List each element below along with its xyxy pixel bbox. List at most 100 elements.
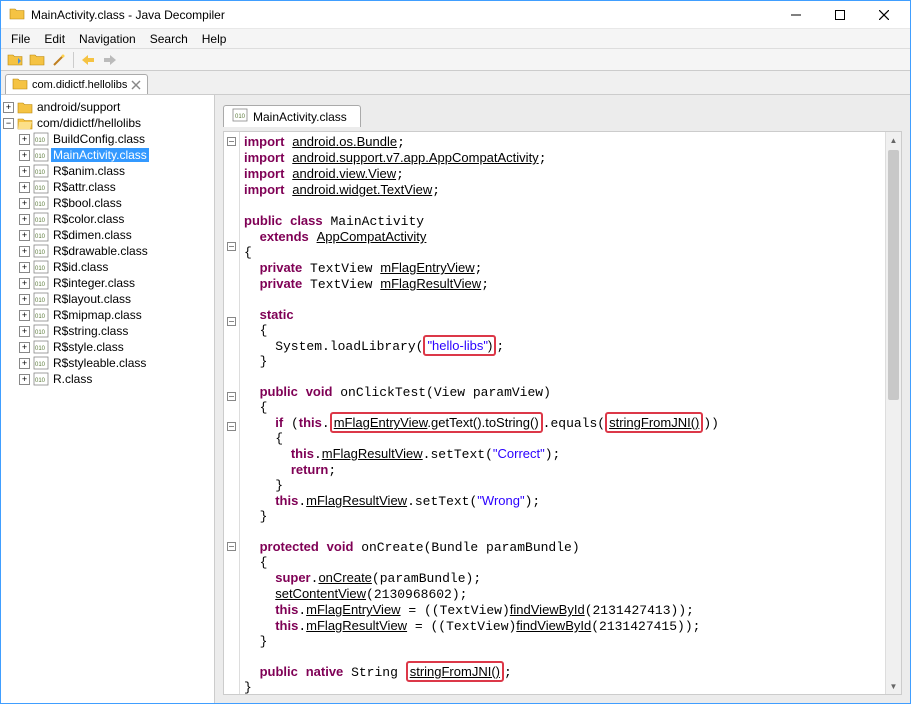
- expand-icon[interactable]: +: [19, 262, 30, 273]
- expand-icon[interactable]: +: [3, 102, 14, 113]
- tree-label: R$bool.class: [51, 196, 124, 210]
- fold-toggle[interactable]: [224, 389, 239, 404]
- editor-tab[interactable]: 010 MainActivity.class: [223, 105, 361, 127]
- expand-icon[interactable]: +: [19, 342, 30, 353]
- tab-close-icon[interactable]: [131, 80, 141, 90]
- tree-class-item[interactable]: +010 R$dimen.class: [1, 227, 214, 243]
- tree-class-item[interactable]: +010 R$string.class: [1, 323, 214, 339]
- tree-label: R.class: [51, 372, 94, 386]
- vertical-scrollbar[interactable]: ▲ ▼: [885, 132, 901, 694]
- class-file-icon: 010: [33, 164, 49, 178]
- back-button[interactable]: [78, 51, 98, 69]
- tree-class-item[interactable]: +010R$drawable.class: [1, 243, 214, 259]
- minimize-button[interactable]: [774, 2, 818, 28]
- menu-file[interactable]: File: [5, 30, 36, 48]
- expand-icon[interactable]: +: [19, 166, 30, 177]
- tree-class-item[interactable]: +010MainActivity.class: [1, 147, 214, 163]
- expand-icon[interactable]: +: [19, 246, 30, 257]
- svg-text:010: 010: [35, 314, 46, 320]
- tree-label: R$color.class: [51, 212, 126, 226]
- package-tab[interactable]: com.didictf.hellolibs: [5, 74, 148, 94]
- fold-toggle[interactable]: [224, 539, 239, 554]
- fold-toggle[interactable]: [224, 419, 239, 434]
- tree-label: BuildConfig.class: [51, 132, 147, 146]
- window-controls: [774, 2, 906, 28]
- fold-toggle: [224, 449, 239, 464]
- expand-icon[interactable]: +: [19, 358, 30, 369]
- editor-tab-label: MainActivity.class: [253, 110, 347, 124]
- expand-icon[interactable]: +: [19, 150, 30, 161]
- fold-toggle[interactable]: [224, 314, 239, 329]
- fold-toggle[interactable]: [224, 134, 239, 149]
- expand-icon[interactable]: +: [19, 198, 30, 209]
- close-button[interactable]: [862, 2, 906, 28]
- expand-icon[interactable]: +: [19, 374, 30, 385]
- tree-class-item[interactable]: +010R$mipmap.class: [1, 307, 214, 323]
- tree-label: R$string.class: [51, 324, 130, 338]
- svg-text:010: 010: [35, 330, 46, 336]
- forward-button[interactable]: [100, 51, 120, 69]
- tree-class-item[interactable]: +010R$bool.class: [1, 195, 214, 211]
- class-file-icon: 010: [33, 132, 49, 146]
- wand-icon[interactable]: [49, 51, 69, 69]
- tree-label: R$integer.class: [51, 276, 137, 290]
- tree-class-item[interactable]: +010 R$anim.class: [1, 163, 214, 179]
- menu-help[interactable]: Help: [196, 30, 233, 48]
- tree-label: R$anim.class: [51, 164, 127, 178]
- code-area[interactable]: import android.os.Bundle; import android…: [240, 132, 885, 694]
- editor-area: 010 MainActivity.class import android.os…: [215, 95, 910, 703]
- expand-icon[interactable]: +: [19, 326, 30, 337]
- menu-search[interactable]: Search: [144, 30, 194, 48]
- package-tree[interactable]: +android/support−com/didictf/hellolibs+0…: [1, 95, 215, 703]
- open-folder-button[interactable]: [27, 51, 47, 69]
- class-file-icon: 010: [33, 180, 49, 194]
- expand-icon[interactable]: +: [19, 278, 30, 289]
- scroll-thumb[interactable]: [888, 150, 899, 400]
- svg-text:010: 010: [35, 250, 46, 256]
- tree-class-item[interactable]: +010R$id.class: [1, 259, 214, 275]
- fold-toggle: [224, 524, 239, 539]
- open-button[interactable]: [5, 51, 25, 69]
- tree-package[interactable]: +android/support: [1, 99, 214, 115]
- svg-text:010: 010: [35, 362, 46, 368]
- tree-class-item[interactable]: +010R$style.class: [1, 339, 214, 355]
- expand-icon[interactable]: +: [19, 310, 30, 321]
- expand-icon[interactable]: +: [19, 230, 30, 241]
- collapse-icon[interactable]: −: [3, 118, 14, 129]
- tree-package[interactable]: −com/didictf/hellolibs: [1, 115, 214, 131]
- fold-gutter[interactable]: [224, 132, 240, 694]
- svg-text:010: 010: [35, 346, 46, 352]
- tree-label: R$dimen.class: [51, 228, 134, 242]
- fold-toggle: [224, 584, 239, 599]
- menubar: File Edit Navigation Search Help: [1, 29, 910, 49]
- tree-class-item[interactable]: +010R$color.class: [1, 211, 214, 227]
- menu-edit[interactable]: Edit: [38, 30, 71, 48]
- folder-icon: [12, 77, 28, 93]
- tree-class-item[interactable]: +010R.class: [1, 371, 214, 387]
- expand-icon[interactable]: +: [19, 134, 30, 145]
- svg-text:010: 010: [35, 234, 46, 240]
- expand-icon[interactable]: +: [19, 214, 30, 225]
- fold-toggle: [224, 569, 239, 584]
- class-file-icon: 010: [33, 356, 49, 370]
- fold-toggle: [224, 509, 239, 524]
- tree-label: R$layout.class: [51, 292, 133, 306]
- tree-class-item[interactable]: +010R$styleable.class: [1, 355, 214, 371]
- tree-class-item[interactable]: +010BuildConfig.class: [1, 131, 214, 147]
- expand-icon[interactable]: +: [19, 182, 30, 193]
- menu-navigation[interactable]: Navigation: [73, 30, 142, 48]
- scroll-up-arrow[interactable]: ▲: [886, 132, 901, 148]
- expand-icon[interactable]: +: [19, 294, 30, 305]
- fold-toggle: [224, 434, 239, 449]
- code-editor[interactable]: import android.os.Bundle; import android…: [223, 131, 902, 695]
- svg-text:010: 010: [35, 170, 46, 176]
- fold-toggle: [224, 284, 239, 299]
- tree-class-item[interactable]: +010R$attr.class: [1, 179, 214, 195]
- fold-toggle[interactable]: [224, 239, 239, 254]
- tree-class-item[interactable]: +010R$layout.class: [1, 291, 214, 307]
- tree-class-item[interactable]: +010R$integer.class: [1, 275, 214, 291]
- scroll-down-arrow[interactable]: ▼: [886, 678, 901, 694]
- maximize-button[interactable]: [818, 2, 862, 28]
- svg-text:010: 010: [235, 114, 246, 120]
- fold-toggle: [224, 404, 239, 419]
